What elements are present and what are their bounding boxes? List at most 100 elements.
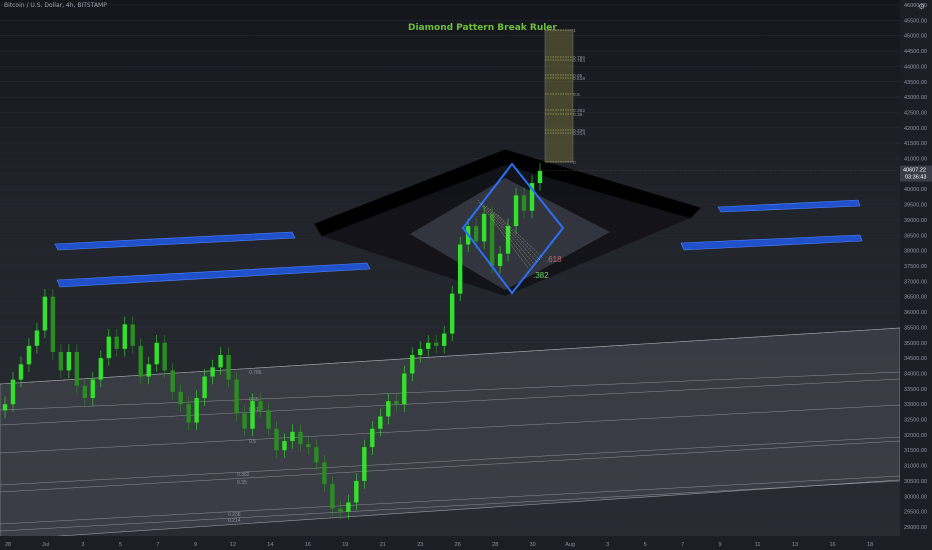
candle-body	[114, 336, 119, 349]
candle-body	[274, 428, 279, 451]
candle-body	[441, 333, 447, 346]
candle-body	[266, 410, 271, 429]
candle-body	[290, 431, 295, 442]
candle-body	[2, 404, 8, 411]
price-tick-label: 39000.00	[904, 218, 927, 224]
chart-stage[interactable]: 0.786 0.65 0.618 0.5 0.382 0.35 0.236 0.214 1 0.7…	[0, 0, 932, 550]
price-tick-label: 40000.00	[904, 187, 927, 193]
time-tick-label: 7	[156, 542, 159, 548]
ruler-level-label: 0.618	[573, 76, 585, 82]
time-tick-label: 19	[342, 542, 348, 548]
candle-body	[210, 367, 215, 377]
fib-channel	[0, 327, 901, 541]
candle-body	[250, 401, 255, 429]
candle-body	[218, 355, 223, 368]
ruler-level-label: 0.5	[573, 92, 580, 98]
blue-channel-bar	[54, 231, 296, 251]
ruler-level-label: 0.214	[573, 131, 585, 137]
ruler-level-label: 0	[573, 160, 576, 166]
price-tick-label: 32000.00	[904, 433, 927, 439]
candle-body	[449, 293, 455, 334]
price-tick-label: 41500.00	[904, 141, 927, 147]
ruler-level-label: 1	[573, 28, 576, 34]
price-tick-label: 35000.00	[904, 341, 927, 347]
candle-body	[481, 213, 487, 242]
candle-body	[226, 355, 231, 380]
candle-body	[82, 385, 88, 399]
candle-body	[314, 447, 319, 463]
last-price-label: 40607.22	[903, 168, 926, 174]
candle-body	[234, 379, 239, 414]
candle-body	[362, 447, 367, 481]
candle-body	[10, 379, 16, 405]
candle-body	[521, 195, 527, 211]
time-tick-label: 3	[606, 542, 609, 548]
candle-body	[433, 342, 439, 346]
price-tick-label: 37500.00	[904, 264, 927, 270]
candle-body	[402, 373, 407, 405]
time-tick-label: 14	[267, 542, 273, 548]
settings-icon[interactable]: ⚙	[918, 3, 926, 11]
candle-body	[330, 484, 335, 509]
candle-body	[106, 336, 112, 359]
candle-body	[58, 351, 64, 371]
candle-body	[338, 508, 343, 512]
candle-body	[26, 345, 32, 365]
candle-body	[322, 462, 327, 485]
time-tick-label: 3	[81, 542, 84, 548]
candle-body	[354, 480, 359, 503]
candle-body	[154, 342, 159, 365]
candle-body	[138, 345, 143, 377]
price-tick-label: 33500.00	[904, 387, 927, 393]
candle-body	[386, 401, 391, 417]
candle-body	[513, 195, 519, 227]
blue-channel-bar	[56, 262, 371, 288]
candle-body	[306, 444, 311, 448]
candle-body	[18, 364, 24, 380]
price-tick-label: 30000.00	[904, 494, 927, 500]
price-chart[interactable]: 0.7860.650.6180.50.3820.350.2360.21410.7…	[0, 0, 932, 550]
channel-level-label: 0.5	[249, 439, 256, 445]
symbol-title: Bitcoin / U.S. Dollar, 4h, BITSTAMP	[4, 2, 107, 9]
candle-body	[122, 324, 127, 349]
candle-body	[457, 244, 463, 294]
channel-level-label: 0.786	[249, 370, 262, 376]
price-tick-label: 35500.00	[904, 325, 927, 331]
channel-level-label: 0.35	[237, 480, 247, 486]
candle-body	[42, 296, 48, 331]
candle-body	[410, 355, 415, 374]
candle-body	[282, 441, 287, 451]
price-tick-label: 39500.00	[904, 203, 927, 209]
price-tick-label: 44500.00	[904, 49, 927, 55]
candle-body	[473, 226, 479, 242]
blue-channel-bar	[680, 234, 863, 251]
candle-body	[98, 358, 104, 380]
candle-body	[66, 351, 72, 371]
time-tick-label: Aug	[565, 542, 575, 548]
time-tick-label: 16	[305, 542, 311, 548]
time-tick-label: Jul	[42, 542, 49, 548]
diamond-label: .382	[533, 271, 549, 280]
candle-body	[202, 376, 207, 399]
time-tick-label: 21	[380, 542, 386, 548]
price-tick-label: 29000.00	[904, 525, 927, 531]
time-tick-label: 30	[530, 542, 536, 548]
price-tick-label: 42000.00	[904, 126, 927, 132]
price-tick-label: 45500.00	[904, 18, 927, 24]
candle-body	[258, 401, 263, 411]
price-tick-label: 43000.00	[904, 95, 927, 101]
time-tick-label: 28	[492, 542, 498, 548]
time-tick-label: 11	[755, 542, 761, 548]
price-tick-label: 38500.00	[904, 233, 927, 239]
price-tick-label: 32500.00	[904, 418, 927, 424]
price-tick-label: 36000.00	[904, 310, 927, 316]
price-tick-label: 44000.00	[904, 64, 927, 70]
price-tick-label: 37000.00	[904, 279, 927, 285]
price-tick-label: 45000.00	[904, 34, 927, 40]
price-tick-label: 34000.00	[904, 371, 927, 377]
candle-body	[426, 342, 431, 349]
time-tick-label: 18	[867, 542, 873, 548]
price-tick-label: 36500.00	[904, 295, 927, 301]
candle-body	[194, 398, 199, 423]
candle-body	[130, 324, 135, 346]
